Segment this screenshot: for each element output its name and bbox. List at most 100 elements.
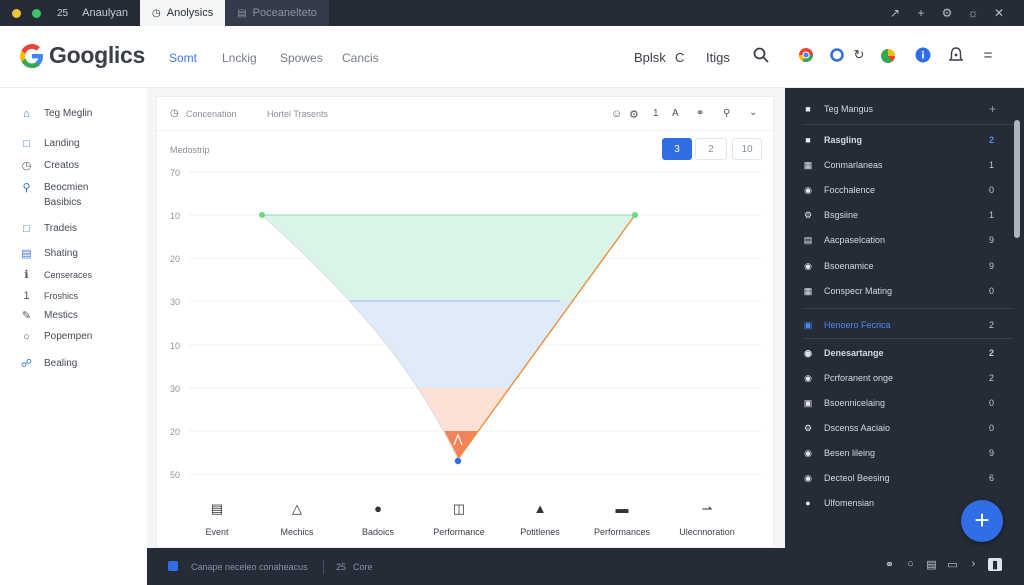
ring-icon[interactable]: ○: [900, 558, 921, 571]
row-value: 2: [988, 373, 994, 383]
menu-icon[interactable]: =: [978, 45, 998, 65]
bottom-tab-mechics[interactable]: △ Mechics: [257, 501, 337, 537]
bell-icon[interactable]: [946, 45, 966, 65]
sidebar-item-mestics[interactable]: ✎ Mestics: [20, 309, 78, 322]
gear-icon: ⚙: [803, 422, 813, 433]
nav-cancis[interactable]: Cancis: [342, 51, 379, 65]
google-logo-icon: [20, 44, 43, 68]
sidebar-item-landing[interactable]: □ Landing: [20, 137, 79, 150]
sidebar-item-basibics[interactable]: Basibics: [20, 196, 81, 209]
info-icon[interactable]: [913, 45, 933, 65]
right-panel-row[interactable]: ⚙ Bsgsiine 1: [785, 203, 1024, 227]
right-panel-row[interactable]: ▤ Aacpaselcation 9: [785, 228, 1024, 252]
add-fab-button[interactable]: +: [961, 500, 1003, 542]
window-dot-yellow[interactable]: [12, 8, 21, 18]
tab-label: Anaulyan: [82, 7, 128, 19]
settings-icon[interactable]: ☼: [960, 6, 986, 20]
right-panel-row[interactable]: ⚙ Dscenss Aaciaio 0: [785, 416, 1024, 440]
expand-icon[interactable]: ↗: [882, 6, 908, 20]
right-panel-row[interactable]: ▦ Conmarlaneas 1: [785, 153, 1024, 177]
circle-icon: ○: [23, 330, 30, 343]
right-panel-row[interactable]: ■ Rasgling 2: [785, 128, 1024, 152]
chevron-right-icon[interactable]: ›: [963, 558, 984, 571]
row-value: 0: [988, 286, 994, 296]
square-icon: ■: [805, 104, 811, 114]
right-panel-row[interactable]: ▦ Conspecr Mating 0: [785, 279, 1024, 303]
right-panel: ■ Teg Mangus + ■ Rasgling 2 ▦ Conmarlane…: [785, 88, 1024, 548]
right-panel-row[interactable]: ◉ Pcrforanent onge 2: [785, 366, 1024, 390]
bottom-tab-event[interactable]: ▤ Event: [177, 501, 257, 537]
bottom-tab-performance[interactable]: ◫ Performance: [419, 501, 499, 537]
funnel-marker-left: [259, 212, 265, 218]
header-link-bplsk[interactable]: Bplsk: [634, 50, 666, 65]
gear-icon[interactable]: ⚙: [934, 6, 960, 20]
bottom-tab-label: Ulecnnoration: [679, 527, 735, 537]
bottom-tab-label: Event: [205, 527, 229, 537]
square-icon: □: [23, 137, 30, 150]
dot-icon: ●: [805, 498, 811, 508]
search-icon[interactable]: [751, 45, 771, 65]
close-icon[interactable]: ✕: [986, 6, 1012, 20]
tag-icon: ■: [805, 135, 811, 145]
right-panel-row[interactable]: ▣ Bsoennicelaing 0: [785, 391, 1024, 415]
row-value: 6: [988, 473, 994, 483]
bottom-tab-label: Performance: [433, 527, 485, 537]
tab-poceanelteto[interactable]: ▤ Poceanelteto: [225, 0, 329, 26]
square-icon: □: [23, 222, 30, 235]
bell-icon: △: [292, 501, 302, 516]
chat-icon[interactable]: ▮: [988, 558, 1002, 571]
row-label: Besen lileing: [824, 448, 876, 458]
sidebar-item-creatos[interactable]: ◷ Creatos: [20, 159, 79, 172]
list-icon: ▤: [803, 234, 813, 245]
app-icon: [168, 561, 178, 571]
add-icon[interactable]: +: [989, 102, 996, 116]
sidebar-item-teg-meglin[interactable]: ⌂ Teg Meglin: [20, 107, 92, 120]
sidebar-item-beocmien[interactable]: ⚲ Beocmien: [20, 181, 88, 194]
right-panel-row-active[interactable]: ▣ Henoero Fecrica 2: [785, 313, 1024, 337]
refresh-icon[interactable]: ↻: [849, 45, 869, 65]
row-label: Pcrforanent onge: [824, 373, 894, 383]
right-panel-row[interactable]: ◉ Focchalence 0: [785, 178, 1024, 202]
link-icon[interactable]: ⚭: [879, 558, 900, 571]
tab-anolysics[interactable]: ◷ Anolysics: [140, 0, 226, 26]
bottom-tab-potitlenes[interactable]: ▲ Potitlenes: [500, 501, 580, 537]
plus-icon[interactable]: +: [908, 6, 934, 20]
right-panel-row[interactable]: ◉ Besen lileing 9: [785, 441, 1024, 465]
bottom-tab-performances[interactable]: ▬ Performances: [582, 501, 662, 537]
scrollbar[interactable]: [1014, 120, 1020, 238]
row-label: Dscenss Aaciaio: [824, 423, 891, 433]
right-panel-row[interactable]: ◉ Bsoenamice 9: [785, 254, 1024, 278]
clipboard-icon[interactable]: ▤: [921, 558, 942, 571]
row-label: Conspecr Mating: [824, 286, 893, 296]
sidebar-item-popempen[interactable]: ○ Popempen: [20, 330, 92, 343]
colorful-icon[interactable]: [878, 45, 898, 65]
nav-somt[interactable]: Somt: [169, 51, 197, 65]
bottom-tab-ulecnnoration[interactable]: ⇀ Ulecnnoration: [667, 501, 747, 537]
chrome-logo-icon[interactable]: [796, 45, 816, 65]
row-label: Focchalence: [824, 185, 876, 195]
ring-icon[interactable]: [827, 45, 847, 65]
header-link-c[interactable]: C: [675, 50, 684, 65]
right-panel-row[interactable]: ◉ Denesartange 2: [785, 341, 1024, 365]
window-chrome: 25 Anaulyan ◷ Anolysics ▤ Poceanelteto ↗…: [0, 0, 1024, 26]
dot-icon: ●: [374, 501, 382, 516]
plus-icon: +: [974, 505, 990, 535]
sidebar-item-label: Teg Meglin: [44, 108, 93, 119]
window-icon[interactable]: ▭: [942, 558, 963, 571]
sidebar-item-bealing[interactable]: ☍ Bealing: [20, 357, 77, 370]
status-bar: Canape neceleo conaheacus 25 Core ⚭ ○ ▤ …: [147, 548, 1024, 585]
sidebar-item-censeraces[interactable]: ℹ Censeraces: [20, 268, 92, 281]
window-dot-green[interactable]: [32, 8, 41, 18]
bottom-tab-badoics[interactable]: ● Badoics: [338, 501, 418, 537]
nav-lnckig[interactable]: Lnckig: [222, 51, 257, 65]
chat-icon: ◉: [804, 260, 812, 271]
sidebar-item-froshics[interactable]: 1 Froshics: [20, 289, 78, 302]
toggle-icon: ◉: [804, 347, 812, 358]
header-link-itigs[interactable]: Itigs: [706, 50, 730, 65]
sidebar-item-shating[interactable]: ▤ Shating: [20, 247, 78, 260]
nav-spowes[interactable]: Spowes: [280, 51, 323, 65]
sidebar-item-tradeis[interactable]: □ Tradeis: [20, 222, 77, 235]
right-panel-row[interactable]: ◉ Decteol Beesing 6: [785, 466, 1024, 490]
pen-icon: ✎: [21, 310, 32, 322]
tab-anaulyan[interactable]: Anaulyan: [70, 0, 140, 26]
